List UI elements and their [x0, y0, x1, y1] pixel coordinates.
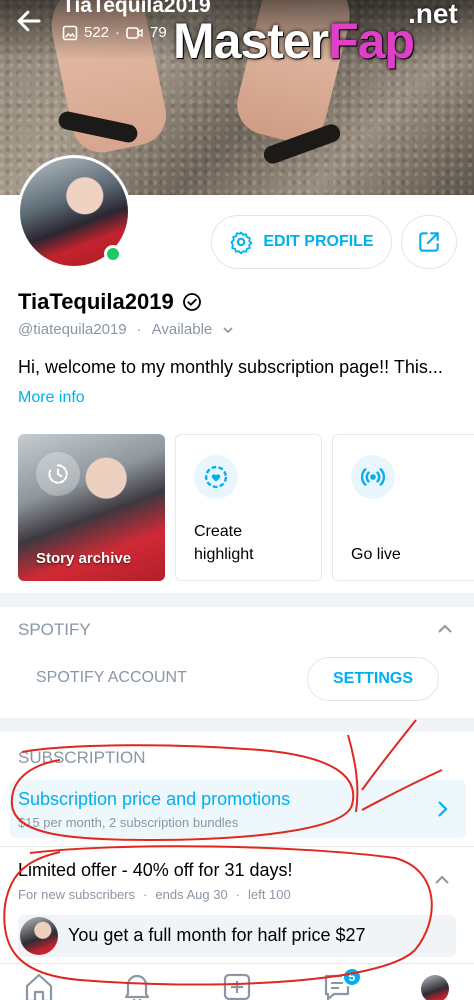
- notifications-bell-icon[interactable]: [120, 970, 154, 1000]
- watermark-suffix: .net: [408, 0, 458, 29]
- profile-bio: Hi, welcome to my monthly subscription p…: [18, 357, 443, 377]
- create-highlight-label-line2: highlight: [194, 546, 254, 563]
- offer-message-box[interactable]: You get a full month for half price $27: [18, 915, 456, 957]
- profile-handle: @tiatequila2019: [18, 321, 127, 338]
- row-divider: [0, 846, 474, 847]
- image-icon: [62, 25, 78, 40]
- chevron-up-icon[interactable]: [432, 870, 452, 890]
- offer-audience: For new subscribers: [18, 887, 136, 902]
- section-divider: [0, 593, 474, 607]
- chevron-down-icon[interactable]: [222, 324, 234, 336]
- offer-title: Limited offer - 40% off for 31 days!: [18, 860, 293, 880]
- subscription-price-desc: $15 per month, 2 subscription bundles: [18, 815, 239, 830]
- photos-count: 522: [84, 24, 110, 41]
- history-icon: [36, 452, 80, 496]
- video-icon: [126, 26, 143, 39]
- share-icon: [419, 232, 439, 252]
- messages-badge: 5: [342, 967, 362, 987]
- more-info-link[interactable]: More info: [18, 389, 85, 407]
- edit-profile-button[interactable]: EDIT PROFILE: [211, 215, 392, 269]
- chevron-right-icon: [438, 801, 448, 817]
- offer-ends: ends Aug 30: [155, 887, 228, 902]
- chevron-up-icon[interactable]: [435, 619, 455, 639]
- profile-name: TiaTequila2019: [18, 289, 202, 315]
- home-icon[interactable]: [22, 970, 56, 1000]
- gear-icon: [230, 231, 253, 254]
- live-broadcast-icon: [351, 455, 395, 499]
- online-status-dot: [104, 245, 122, 263]
- go-live-label: Go live: [351, 546, 401, 563]
- watermark-logo: MasterFap: [173, 13, 415, 69]
- subscription-heading: SUBSCRIPTION: [18, 748, 146, 767]
- subscription-price-title: Subscription price and promotions: [18, 789, 291, 809]
- create-highlight-label-line1: Create: [194, 523, 243, 540]
- create-highlight-tile[interactable]: Create highlight: [175, 434, 322, 581]
- offer-avatar: [20, 917, 58, 955]
- edit-profile-label: EDIT PROFILE: [263, 233, 374, 250]
- highlight-icon: [194, 455, 238, 499]
- story-archive-tile[interactable]: Story archive: [18, 434, 165, 581]
- back-arrow-icon[interactable]: [14, 6, 44, 36]
- offer-meta: For new subscribers · ends Aug 30 · left…: [18, 887, 291, 902]
- profile-avatar-nav[interactable]: [421, 975, 449, 1000]
- top-bar: TiaTequila2019 522 · 79 MasterFap .net: [0, 0, 474, 69]
- offer-message: You get a full month for half price $27: [68, 925, 366, 945]
- subscription-price-row[interactable]: Subscription price and promotions $15 pe…: [10, 780, 466, 838]
- story-archive-label: Story archive: [36, 550, 132, 567]
- spotify-settings-button[interactable]: SETTINGS: [307, 657, 439, 701]
- offer-left: left 100: [248, 887, 291, 902]
- verified-icon: [182, 293, 201, 311]
- section-divider: [0, 718, 474, 732]
- spotify-account-label: SPOTIFY ACCOUNT: [36, 669, 187, 686]
- videos-count: 79: [150, 24, 167, 41]
- add-post-icon[interactable]: [220, 970, 254, 1000]
- availability-status[interactable]: Available: [152, 321, 213, 338]
- cover-stats: 522 · 79: [62, 24, 167, 41]
- share-button[interactable]: [401, 215, 457, 269]
- go-live-tile[interactable]: Go live: [332, 434, 474, 581]
- spotify-heading: SPOTIFY: [18, 620, 91, 639]
- handle-row: @tiatequila2019 · Available: [18, 321, 234, 338]
